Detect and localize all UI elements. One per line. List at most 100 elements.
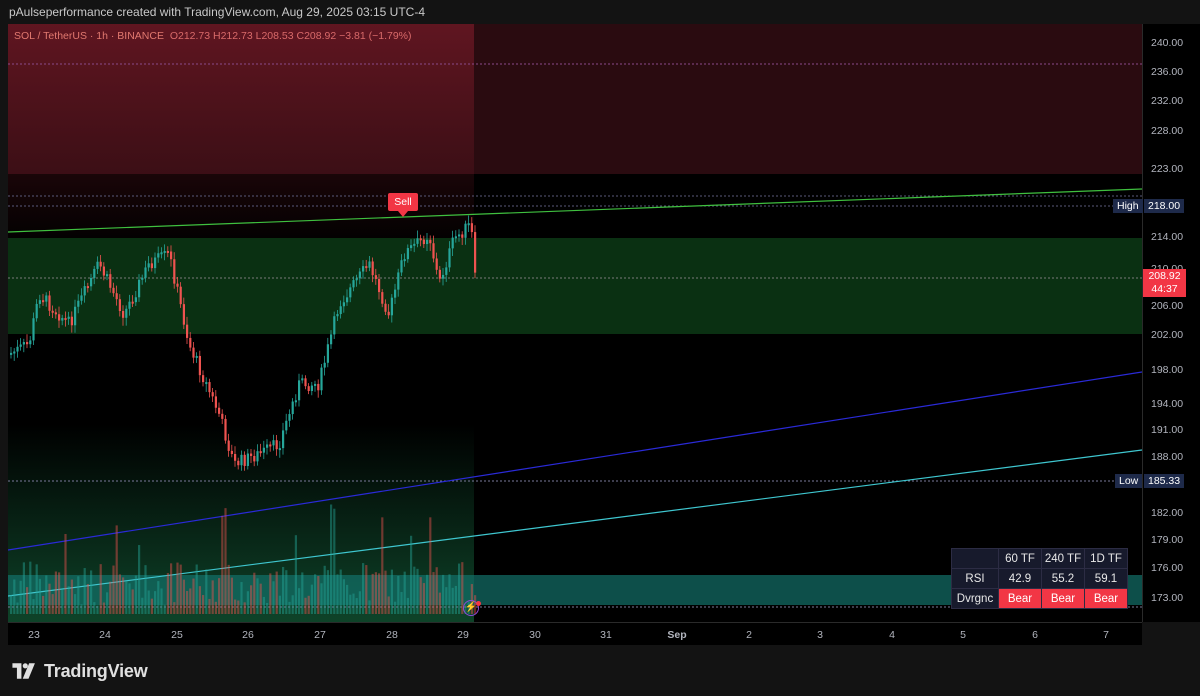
candle-body: [102, 266, 105, 276]
volume-bar: [448, 574, 451, 614]
candle-body: [413, 243, 416, 246]
volume-bar: [211, 580, 214, 614]
volume-bar: [310, 584, 313, 614]
volume-bar: [266, 602, 269, 614]
volume-bar: [416, 568, 419, 614]
candle-body: [464, 223, 467, 238]
candle-body: [368, 261, 371, 268]
candle-body: [442, 274, 445, 279]
candle-body: [253, 455, 256, 462]
volume-bar: [26, 587, 29, 614]
price-tick-label: 179.00: [1151, 534, 1184, 546]
candle-body: [19, 344, 22, 347]
volume-bar: [230, 577, 233, 614]
volume-bar: [19, 580, 22, 614]
volume-bar: [384, 570, 387, 614]
date-tick-label: 27: [314, 629, 326, 641]
time-axis[interactable]: 23 24 25 26 27 28 29 30 31 Sep 2 3 4 5 6 7: [8, 622, 1142, 645]
volume-bar: [131, 589, 134, 614]
date-tick-label: 30: [529, 629, 541, 641]
price-axis[interactable]: 240.00236.00232.00228.00223.00214.00210.…: [1142, 24, 1200, 622]
candle-body: [275, 440, 278, 450]
candle-body: [93, 268, 96, 278]
bar-countdown: 44:37: [1151, 283, 1178, 295]
candle-body: [182, 304, 185, 325]
candle-body: [173, 259, 176, 284]
volume-bar: [445, 587, 448, 614]
candle-body: [86, 286, 89, 289]
volume-bar: [83, 568, 86, 614]
date-tick-label: 2: [746, 629, 752, 641]
volume-bar: [221, 515, 224, 614]
volume-bar: [134, 575, 137, 614]
volume-bar: [74, 594, 77, 614]
volume-bar: [269, 573, 272, 614]
volume-bar: [278, 595, 281, 614]
candle-body: [323, 362, 326, 368]
candle-body: [419, 238, 422, 241]
candle-body: [330, 334, 333, 345]
volume-bar: [16, 602, 19, 614]
volume-bar: [250, 585, 253, 614]
candle-body: [141, 277, 144, 280]
candle-body: [435, 258, 438, 270]
volume-bar: [150, 598, 153, 614]
volume-bar: [122, 577, 125, 614]
candle-body: [422, 239, 425, 245]
candle-body: [266, 444, 269, 448]
volume-bar: [406, 597, 409, 614]
candle-body: [406, 248, 409, 260]
volume-bar: [118, 574, 121, 614]
volume-bar: [390, 569, 393, 614]
candle-body: [390, 297, 393, 316]
price-chart[interactable]: [8, 24, 1142, 622]
volume-bar: [307, 595, 310, 614]
candle-body: [467, 223, 470, 226]
candle-body: [96, 261, 99, 269]
volume-bar: [32, 599, 35, 614]
candle-body: [112, 287, 115, 294]
volume-bar: [144, 565, 147, 614]
candle-body: [250, 453, 253, 456]
candle-body: [154, 257, 157, 269]
candle-body: [83, 286, 86, 296]
rsi-divergence-table: 60 TF 240 TF 1D TF RSI 42.9 55.2 59.1 Dv…: [951, 548, 1128, 609]
candle-body: [448, 248, 451, 268]
candle-body: [355, 278, 358, 281]
sell-signal-label[interactable]: Sell: [388, 193, 418, 211]
candle-body: [403, 259, 406, 262]
candle-body: [278, 448, 281, 451]
divergence-value: Bear: [998, 588, 1042, 609]
price-tick-label: 240.00: [1151, 37, 1184, 49]
volume-bar: [426, 574, 429, 614]
volume-bar: [77, 576, 80, 614]
candle-body: [32, 318, 35, 341]
candle-body: [80, 295, 83, 301]
volume-bar: [256, 578, 259, 614]
candle-body: [150, 263, 153, 269]
volume-bar: [422, 583, 425, 614]
candle-body: [202, 375, 205, 383]
volume-bar: [323, 565, 326, 614]
volume-bar: [397, 575, 400, 614]
candle-body: [70, 316, 73, 326]
volume-bar: [314, 574, 317, 614]
tradingview-brand: TradingView: [44, 660, 148, 681]
candle-body: [170, 251, 173, 260]
tf-header: 60 TF: [998, 548, 1042, 569]
candle-body: [310, 385, 313, 391]
volume-bar: [208, 598, 211, 614]
chart-pane[interactable]: SOL / TetherUS · 1h · BINANCE O212.73 H2…: [8, 24, 1142, 622]
candle-body: [179, 286, 182, 305]
volume-bar: [429, 517, 432, 614]
date-tick-label: 24: [99, 629, 111, 641]
candle-body: [346, 297, 349, 303]
volume-bar: [253, 572, 256, 614]
rsi-value: 42.9: [998, 568, 1042, 589]
volume-bar: [173, 602, 176, 614]
candle-body: [470, 223, 473, 233]
candle-body: [234, 454, 237, 461]
candle-body: [256, 451, 259, 462]
volume-bar: [138, 545, 141, 614]
candle-body: [45, 295, 48, 302]
